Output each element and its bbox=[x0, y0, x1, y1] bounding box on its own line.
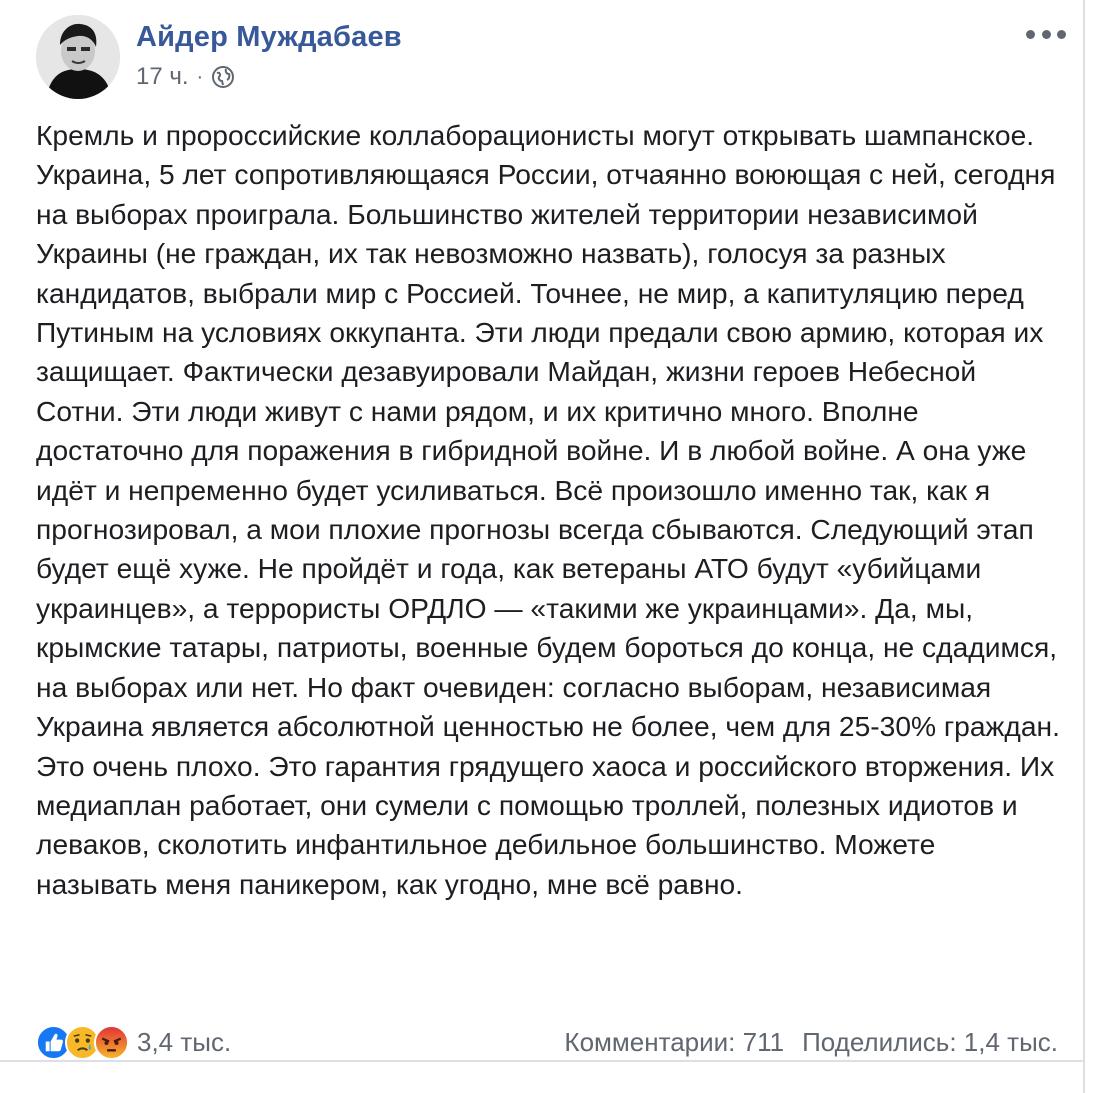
post-body-text: Кремль и пророссийские коллаборационисты… bbox=[36, 119, 1060, 900]
author-name-link[interactable]: Айдер Муждабаев bbox=[136, 21, 402, 54]
avatar-photo bbox=[36, 15, 120, 99]
post-timestamp[interactable]: 17 ч. bbox=[136, 63, 189, 91]
post-frame-right-border bbox=[1083, 0, 1085, 1093]
meta-separator: · bbox=[196, 65, 204, 88]
post-stats: Комментарии: 711 Поделились: 1,4 тыс. bbox=[564, 1027, 1058, 1058]
more-options-icon[interactable] bbox=[1026, 19, 1066, 49]
angry-reaction-icon bbox=[94, 1024, 129, 1060]
post-footer: 3,4 тыс. Комментарии: 711 Поделились: 1,… bbox=[36, 1021, 1058, 1063]
reaction-icons bbox=[36, 1024, 129, 1060]
reactions-summary[interactable]: 3,4 тыс. bbox=[36, 1024, 232, 1060]
more-dot bbox=[1041, 29, 1051, 39]
reaction-count: 3,4 тыс. bbox=[137, 1026, 232, 1057]
more-dot bbox=[1026, 29, 1035, 39]
post-header: Айдер Муждабаев 17 ч. · bbox=[36, 15, 1066, 105]
globe-icon[interactable] bbox=[211, 65, 235, 89]
comments-count-link[interactable]: Комментарии: 711 bbox=[564, 1027, 784, 1058]
more-dot bbox=[1057, 29, 1066, 39]
post-meta: 17 ч. · bbox=[136, 62, 235, 92]
shares-count-link[interactable]: Поделились: 1,4 тыс. bbox=[802, 1027, 1058, 1058]
author-avatar[interactable] bbox=[36, 15, 120, 99]
